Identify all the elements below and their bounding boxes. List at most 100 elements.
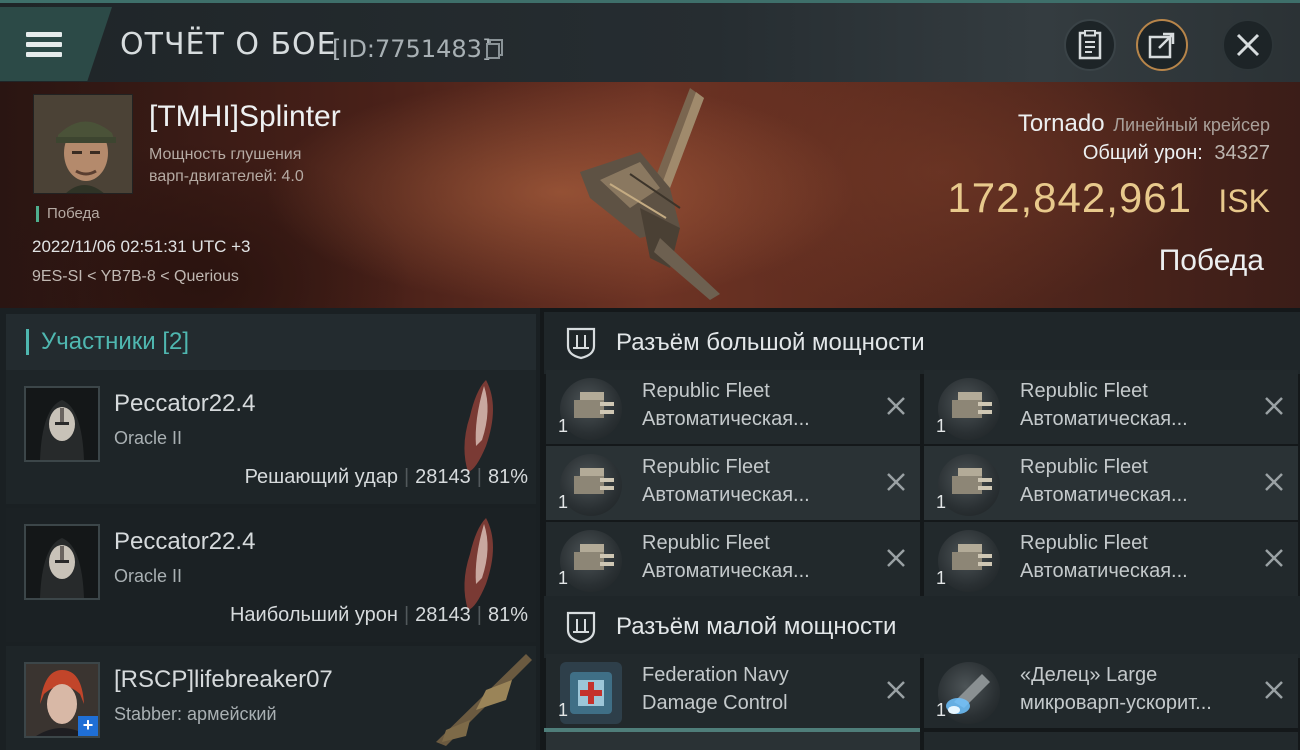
autocannon-icon (938, 378, 1000, 440)
participant-ship: Oracle II (114, 566, 183, 586)
high-slot-item[interactable]: 1 Republic Fleet Автоматическая... (924, 522, 1298, 596)
high-slot-item[interactable]: 1 Republic Fleet Автоматическая... (546, 446, 920, 520)
participant-stats: Наибольший урон | 28143 | 81% (229, 604, 528, 626)
kill-summary: [TMHI]Splinter Мощность глушения варп-дв… (0, 82, 1300, 308)
participant-name[interactable]: [RSCP]lifebreaker07 (114, 666, 333, 694)
item-name-line1: Republic Fleet (642, 456, 770, 478)
notes-button[interactable] (1064, 19, 1116, 71)
isk-unit: ISK (1218, 183, 1270, 219)
microwarpdrive-icon (938, 662, 1000, 724)
participants-header: Участники [2] (6, 314, 536, 370)
low-slot-item[interactable] (924, 732, 1298, 750)
autocannon-icon (560, 530, 622, 592)
item-name-line1: Republic Fleet (642, 532, 770, 554)
participant-portrait[interactable] (24, 386, 100, 462)
x-mark-icon (1265, 681, 1283, 699)
victim-ship[interactable]: Tornado Линейный крейсер (1018, 110, 1270, 138)
item-name-line1: «Делец» Large (1020, 664, 1158, 686)
participant-row[interactable]: Peccator22.4 Oracle II Решающий удар | 281… (6, 370, 536, 504)
low-slot-item[interactable]: 1 «Делец» Large микроварп-ускорит... (924, 654, 1298, 728)
item-name-line2: Автоматическая... (1020, 408, 1188, 430)
x-mark-icon (887, 473, 905, 491)
x-mark-icon (887, 681, 905, 699)
shield-slot-icon (566, 611, 596, 644)
victim-portrait[interactable] (33, 94, 133, 194)
isk-value-row: 172,842,961 ISK (947, 174, 1270, 222)
victim-name[interactable]: [TMHI]Splinter (149, 100, 341, 134)
participant-damage: 28143 (415, 466, 471, 488)
participant-name[interactable]: Peccator22.4 (114, 528, 255, 556)
item-name-line1: Federation Navy (642, 664, 789, 686)
item-name-line2: Автоматическая... (642, 408, 810, 430)
top-bar: ОТЧЁТ О БОЕ [ID:7751483] (0, 0, 1300, 82)
warp-line-1: Мощность глушения (149, 146, 302, 163)
participants-title: Участники [2] (41, 328, 190, 355)
victim-ship-image[interactable] (570, 88, 740, 304)
participant-portrait[interactable]: + (24, 662, 100, 738)
autocannon-icon (938, 454, 1000, 516)
high-slot-item[interactable]: 1 Republic Fleet Автоматическая... (546, 370, 920, 444)
item-quantity: 1 (936, 492, 947, 512)
item-quantity: 1 (558, 700, 569, 720)
isk-value: 172,842,961 (947, 174, 1192, 221)
participant-name[interactable]: Peccator22.4 (114, 390, 255, 418)
item-quantity: 1 (558, 568, 569, 588)
participant-role: Решающий удар (244, 466, 398, 488)
participants-panel: Участники [2] Peccator22.4 Oracle II Реш… (0, 308, 540, 750)
participant-ship-image[interactable] (426, 650, 536, 750)
close-icon (1236, 33, 1260, 57)
participant-ship-image[interactable] (446, 376, 506, 476)
clipboard-icon (1078, 30, 1102, 60)
high-slots-header: Разъём большой мощности (544, 312, 1300, 374)
item-quantity: 1 (558, 416, 569, 436)
hamburger-icon (26, 27, 62, 62)
participant-ship-image[interactable] (446, 514, 506, 614)
total-damage: Общий урон: 34327 (1083, 142, 1270, 165)
participant-ship: Oracle II (114, 428, 183, 448)
item-name-line1: Republic Fleet (1020, 532, 1148, 554)
participant-role: Наибольший урон (229, 604, 398, 626)
participant-portrait[interactable] (24, 524, 100, 600)
kill-location[interactable]: 9ES-SI < YB7B-8 < Querious (32, 268, 239, 286)
menu-button[interactable] (0, 7, 112, 81)
item-quantity: 1 (936, 700, 947, 720)
autocannon-icon (560, 454, 622, 516)
participant-percent: 81% (487, 604, 528, 626)
result-tag: Победа (36, 206, 100, 222)
ship-class: Линейный крейсер (1113, 115, 1270, 135)
low-slots-header: Разъём малой мощности (544, 596, 1300, 658)
item-name-line2: микроварп-ускорит... (1020, 692, 1212, 714)
share-button[interactable] (1136, 19, 1188, 71)
high-slot-item[interactable]: 1 Republic Fleet Автоматическая... (924, 446, 1298, 520)
kill-datetime: 2022/11/06 02:51:31 UTC +3 (32, 237, 251, 256)
x-mark-icon (887, 397, 905, 415)
autocannon-icon (560, 378, 622, 440)
item-name-line1: Republic Fleet (642, 380, 770, 402)
autocannon-icon (938, 530, 1000, 592)
item-name-line1: Republic Fleet (1020, 380, 1148, 402)
x-mark-icon (1265, 549, 1283, 567)
item-quantity: 1 (558, 492, 569, 512)
high-slot-item[interactable]: 1 Republic Fleet Автоматическая... (546, 522, 920, 596)
item-name-line2: Автоматическая... (1020, 560, 1188, 582)
x-mark-icon (1265, 473, 1283, 491)
low-slot-item[interactable] (546, 732, 920, 750)
damage-control-icon (560, 662, 622, 724)
item-name-line2: Автоматическая... (1020, 484, 1188, 506)
high-slot-item[interactable]: 1 Republic Fleet Автоматическая... (924, 370, 1298, 444)
close-button[interactable] (1222, 19, 1274, 71)
item-name-line2: Damage Control (642, 692, 788, 714)
warp-line-2: варп-двигателей: 4.0 (149, 168, 304, 185)
total-damage-value: 34327 (1214, 142, 1270, 164)
low-slot-item[interactable]: 1 Federation Navy Damage Control (546, 654, 920, 728)
warp-scramble-strength: Мощность глушения варп-двигателей: 4.0 (149, 144, 349, 188)
result-label: Победа (1158, 244, 1264, 277)
item-quantity: 1 (936, 416, 947, 436)
participant-row[interactable]: + [RSCP]lifebreaker07 Stabber: армейский (6, 646, 536, 750)
shield-slot-icon (566, 327, 596, 360)
copy-icon[interactable] (486, 39, 504, 59)
x-mark-icon (887, 549, 905, 567)
item-quantity: 1 (936, 568, 947, 588)
header-accent-bar (26, 329, 29, 355)
participant-row[interactable]: Peccator22.4 Oracle II Наибольший урон | 2… (6, 508, 536, 642)
